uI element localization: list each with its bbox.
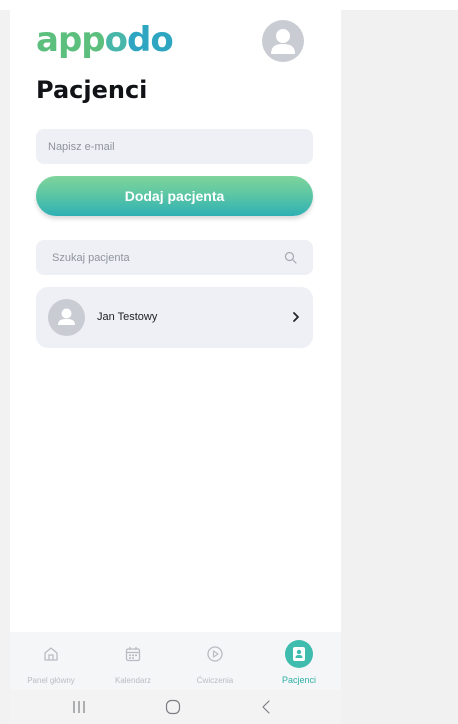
nav-label: Panel główny — [27, 676, 75, 685]
play-icon — [207, 646, 223, 662]
logo-letter: d — [127, 20, 151, 60]
search-icon[interactable] — [284, 251, 297, 264]
system-navigation-bar — [10, 690, 341, 724]
search-input[interactable] — [36, 240, 276, 275]
logo-letter: p — [81, 20, 105, 60]
nav-label: Ćwiczenia — [196, 676, 234, 685]
email-field[interactable] — [36, 129, 313, 164]
logo-letter: a — [36, 20, 59, 60]
add-patient-button[interactable]: Dodaj pacjenta — [36, 176, 313, 216]
calendar-icon — [125, 647, 141, 662]
logo-letter: p — [57, 20, 82, 60]
back-icon[interactable] — [258, 699, 276, 715]
chevron-right-icon — [293, 312, 299, 322]
recent-apps-icon[interactable] — [70, 699, 88, 715]
home-icon — [44, 647, 58, 661]
search-bar — [36, 240, 313, 275]
nav-item-cwiczenia[interactable]: Ćwiczenia — [174, 632, 256, 690]
logo-letter: o — [150, 20, 173, 60]
home-button-icon[interactable] — [164, 699, 182, 715]
nav-item-panel-glowny[interactable]: Panel główny — [10, 632, 92, 690]
bottom-navigation: Panel główny Kalendarz Ćwiczenia Pacjenc… — [10, 632, 341, 690]
phone-screen: appodo Pacjenci Dodaj pacjenta Jan Testo… — [10, 0, 341, 724]
patient-list-item[interactable]: Jan Testowy — [36, 287, 313, 348]
user-icon — [271, 29, 295, 54]
patient-avatar — [48, 299, 85, 336]
patients-icon — [285, 640, 313, 668]
user-icon — [58, 308, 75, 325]
patient-name: Jan Testowy — [97, 311, 158, 323]
nav-label: Kalendarz — [114, 676, 152, 685]
logo-letter: o — [104, 20, 128, 60]
page-title: Pacjenci — [36, 76, 148, 104]
nav-item-pacjenci[interactable]: Pacjenci — [258, 632, 340, 690]
appodo-logo: appodo — [36, 20, 174, 60]
nav-item-kalendarz[interactable]: Kalendarz — [92, 632, 174, 690]
nav-label: Pacjenci — [281, 675, 317, 685]
profile-avatar[interactable] — [262, 20, 304, 62]
empty-side-panel — [341, 10, 458, 724]
